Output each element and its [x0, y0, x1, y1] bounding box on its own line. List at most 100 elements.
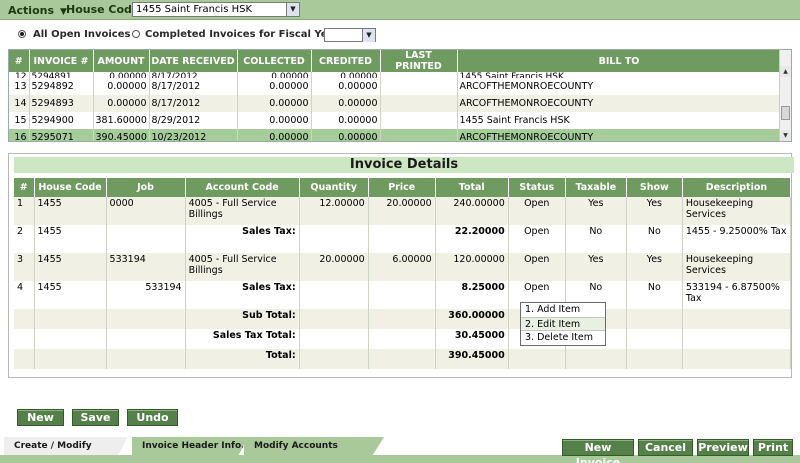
tab-invoice-header-info[interactable]: Invoice Header Info.: [132, 437, 248, 455]
cancel-button[interactable]: Cancel: [638, 439, 693, 456]
table-row[interactable]: 14 5294893 0.00000 8/17/2012 0.00000 0.0…: [9, 95, 782, 112]
table-cell: 533194: [106, 281, 186, 309]
table-row[interactable]: 4 1455 533194 Sales Tax: 8.25000 Open No…: [14, 281, 792, 309]
scroll-up-icon[interactable]: ▲: [780, 66, 791, 77]
column-header[interactable]: #: [9, 50, 30, 72]
table-row[interactable]: 3 1455 533194 4005 - Full Service Billin…: [14, 253, 792, 281]
table-cell: [299, 225, 369, 253]
menu-item-add-item[interactable]: 1. Add Item: [521, 303, 605, 317]
subtotal-label: Sub Total:: [185, 309, 300, 329]
table-cell: Yes: [565, 253, 627, 281]
table-cell: [299, 281, 369, 309]
table-cell: 0.00000: [311, 129, 381, 141]
column-header[interactable]: Account Code: [185, 178, 300, 197]
vertical-scrollbar[interactable]: ▲ ▼: [779, 50, 791, 141]
save-button[interactable]: Save: [72, 409, 119, 426]
scroll-down-icon[interactable]: ▼: [780, 130, 791, 141]
table-cell: 15: [9, 112, 30, 129]
table-cell: 13: [9, 78, 30, 95]
tab-bar: [0, 455, 800, 463]
context-menu: 1. Add Item 2. Edit Item 3. Delete Item: [520, 302, 606, 346]
table-cell: 1455 Saint Francis HSK: [457, 112, 782, 129]
radio-open-invoices[interactable]: [18, 30, 26, 38]
table-cell: Sales Tax:: [185, 225, 300, 253]
table-cell: Open: [508, 197, 566, 225]
table-cell: 0.00000: [93, 78, 150, 95]
table-cell: 0.00000: [311, 95, 381, 112]
tab-modify-accounts-receivable[interactable]: Modify Accounts Receivable: [244, 437, 384, 455]
column-header[interactable]: Description: [682, 178, 792, 197]
print-button[interactable]: Print: [753, 439, 793, 456]
table-cell: ARCOFTHEMONROECOUNTY: [457, 95, 782, 112]
table-cell: 6.00000: [368, 253, 436, 281]
chevron-down-icon[interactable]: ▼: [286, 3, 299, 16]
table-cell: 0.00000: [311, 112, 381, 129]
table-cell: [380, 78, 458, 95]
column-header[interactable]: Job: [106, 178, 186, 197]
completed-invoices-label[interactable]: Completed Invoices for Fiscal Year:: [145, 29, 343, 40]
table-cell: 5295071: [29, 129, 94, 141]
column-header[interactable]: Total: [435, 178, 509, 197]
column-header[interactable]: DATE RECEIVED: [149, 50, 238, 72]
undo-button[interactable]: Undo: [127, 409, 178, 426]
table-cell: 0.00000: [237, 129, 312, 141]
column-header[interactable]: Show: [626, 178, 683, 197]
preview-button[interactable]: Preview: [697, 439, 749, 456]
table-cell: 8/29/2012: [149, 112, 238, 129]
table-cell: 14: [9, 95, 30, 112]
menu-item-edit-item[interactable]: 2. Edit Item: [521, 317, 605, 331]
table-cell: [380, 112, 458, 129]
invoice-list-header: # INVOICE # AMOUNT DATE RECEIVED COLLECT…: [9, 50, 782, 72]
table-cell: Yes: [626, 253, 683, 281]
actions-label[interactable]: Actions: [8, 4, 54, 17]
table-cell: 4005 - Full Service Billings: [185, 197, 300, 225]
open-invoices-label[interactable]: All Open Invoices: [33, 29, 130, 40]
table-cell: 10/23/2012: [149, 129, 238, 141]
column-header[interactable]: AMOUNT: [93, 50, 150, 72]
table-row-selected[interactable]: 16 5295071 390.45000 10/23/2012 0.00000 …: [9, 129, 782, 141]
column-header[interactable]: Status: [508, 178, 566, 197]
new-button[interactable]: New: [17, 409, 64, 426]
column-header[interactable]: COLLECTED: [237, 50, 312, 72]
menu-item-delete-item[interactable]: 3. Delete Item: [521, 331, 605, 345]
column-header[interactable]: CREDITED: [311, 50, 381, 72]
table-cell: 5294900: [29, 112, 94, 129]
column-header[interactable]: BILL TO: [457, 50, 782, 72]
table-row[interactable]: 2 1455 Sales Tax: 22.20000 Open No No 14…: [14, 225, 792, 253]
chevron-down-icon[interactable]: ▼: [362, 29, 375, 42]
radio-completed-invoices[interactable]: [132, 30, 140, 38]
fiscal-year-select[interactable]: ▼: [324, 28, 376, 42]
table-cell: [106, 225, 186, 253]
table-row[interactable]: 13 5294892 0.00000 8/17/2012 0.00000 0.0…: [9, 78, 782, 95]
column-header[interactable]: Price: [368, 178, 436, 197]
actions-menu[interactable]: Actions ▼: [8, 4, 67, 17]
new-invoice-button[interactable]: New Invoice: [562, 439, 634, 463]
table-cell: 1: [14, 197, 35, 225]
table-row[interactable]: 1 1455 0000 4005 - Full Service Billings…: [14, 197, 792, 225]
table-cell: 533194 - 6.87500% Tax: [682, 281, 792, 309]
top-toolbar: Actions ▼ House Code: 1455 Saint Francis …: [0, 0, 800, 20]
column-header[interactable]: LAST PRINTED: [380, 50, 458, 72]
table-cell: 5294893: [29, 95, 94, 112]
table-cell: 16: [9, 129, 30, 141]
table-cell: 22.20000: [435, 225, 509, 253]
house-code-select[interactable]: 1455 Saint Francis HSK ▼: [132, 2, 300, 17]
table-row[interactable]: 15 5294900 381.60000 8/29/2012 0.00000 0…: [9, 112, 782, 129]
column-header[interactable]: INVOICE #: [29, 50, 94, 72]
table-cell: 4: [14, 281, 35, 309]
grand-total-row: Total: 390.45000: [14, 349, 792, 369]
table-cell: 0000: [106, 197, 186, 225]
column-header[interactable]: #: [14, 178, 35, 197]
scroll-thumb[interactable]: [781, 106, 790, 120]
details-header: # House Code Job Account Code Quantity P…: [14, 178, 792, 197]
table-cell: ARCOFTHEMONROECOUNTY: [457, 129, 782, 141]
column-header[interactable]: Taxable: [565, 178, 627, 197]
column-header[interactable]: House Code: [34, 178, 107, 197]
table-cell: 8/17/2012: [149, 95, 238, 112]
table-cell: [380, 129, 458, 141]
column-header[interactable]: Quantity: [299, 178, 369, 197]
invoice-details-grid: # House Code Job Account Code Quantity P…: [14, 178, 792, 369]
invoice-details-title: Invoice Details: [14, 157, 794, 173]
tab-create-modify-invoices[interactable]: Create / Modify Invoices: [4, 437, 128, 455]
table-cell: 381.60000: [93, 112, 150, 129]
